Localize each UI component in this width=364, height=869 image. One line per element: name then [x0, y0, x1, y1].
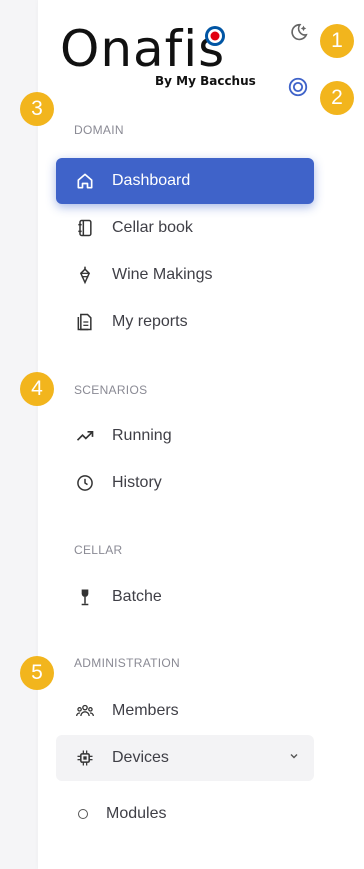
report-icon	[74, 311, 96, 333]
nav-label-my-reports: My reports	[112, 313, 188, 330]
annotation-badge-4: 4	[20, 372, 54, 406]
chip-icon	[74, 747, 96, 769]
nav-item-history[interactable]: History	[56, 460, 314, 506]
trending-up-icon	[74, 425, 96, 447]
chevron-down-icon	[290, 754, 298, 759]
nav-label-batche: Batche	[112, 588, 162, 605]
app-logo[interactable]: Onafis By My Bacchus	[60, 18, 280, 98]
nav-item-batche[interactable]: Batche	[56, 574, 314, 620]
nav-subitem-modules[interactable]: Modules	[56, 794, 314, 834]
nav-label-dashboard: Dashboard	[112, 172, 191, 189]
nav-label-members: Members	[112, 702, 179, 719]
background-right	[321, 0, 364, 869]
notebook-icon	[74, 217, 96, 239]
target-icon	[288, 77, 308, 97]
brand-tagline: By My Bacchus	[155, 74, 256, 88]
moon-icon	[291, 23, 308, 41]
annotation-badge-5: 5	[20, 656, 54, 690]
annotation-badge-2: 2	[320, 81, 354, 115]
nav-item-wine-makings[interactable]: Wine Makings	[56, 252, 314, 298]
users-icon	[74, 700, 96, 722]
annotation-badge-1: 1	[320, 24, 354, 58]
wine-glass-icon	[74, 586, 96, 608]
nav-item-members[interactable]: Members	[56, 688, 314, 734]
nav-item-running[interactable]: Running	[56, 413, 314, 459]
theme-toggle-button[interactable]	[287, 22, 309, 44]
nav-item-dashboard[interactable]: Dashboard	[56, 158, 314, 204]
section-cellar: CELLAR	[74, 543, 123, 557]
nav-label-devices: Devices	[112, 749, 169, 766]
nav-item-my-reports[interactable]: My reports	[56, 299, 314, 345]
nav-item-cellar-book[interactable]: Cellar book	[56, 205, 314, 251]
section-administration: ADMINISTRATION	[74, 656, 180, 670]
nav-label-cellar-book: Cellar book	[112, 219, 193, 236]
flag-logo-icon	[205, 26, 225, 46]
background-left	[0, 0, 38, 869]
nav-label-history: History	[112, 474, 162, 491]
home-icon	[74, 170, 96, 192]
section-scenarios: SCENARIOS	[74, 383, 148, 397]
circle-bullet-icon	[78, 809, 88, 819]
clock-icon	[74, 472, 96, 494]
nav-label-modules: Modules	[106, 805, 167, 822]
annotation-badge-3: 3	[20, 92, 54, 126]
nav-label-wine-makings: Wine Makings	[112, 266, 213, 283]
grapes-icon	[74, 264, 96, 286]
section-domain: DOMAIN	[74, 123, 124, 137]
target-button[interactable]	[287, 76, 309, 98]
brand-name: Onafis	[60, 20, 226, 78]
nav-label-running: Running	[112, 427, 172, 444]
nav-item-devices[interactable]: Devices	[56, 735, 314, 781]
